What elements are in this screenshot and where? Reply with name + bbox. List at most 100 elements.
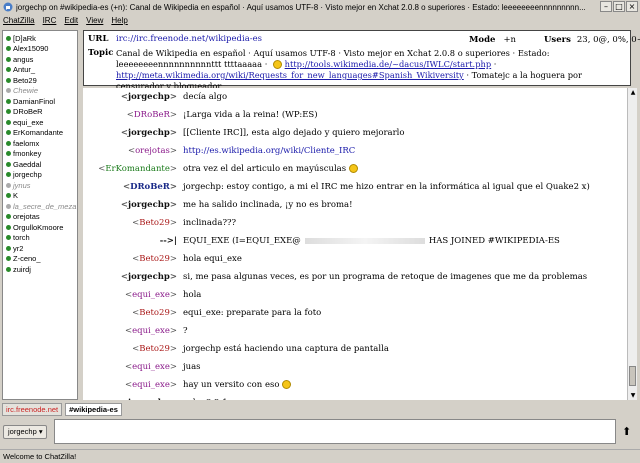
message-nick[interactable]: <DRoBeR> xyxy=(83,182,183,192)
message-nick[interactable]: <ErKomandante> xyxy=(83,164,183,174)
maximize-button[interactable]: □ xyxy=(613,1,625,12)
message-nick[interactable]: <equi_exe> xyxy=(83,290,183,300)
scroll-up-arrow-icon[interactable]: ▲ xyxy=(628,88,638,97)
close-button[interactable]: × xyxy=(626,1,638,12)
user-status-icon xyxy=(6,88,11,94)
user-list-item[interactable]: yr2 xyxy=(3,243,77,254)
message-nick[interactable]: <DRoBeR> xyxy=(83,110,183,120)
message-input[interactable] xyxy=(54,419,616,444)
message-nick[interactable]: <orejotas> xyxy=(83,146,183,156)
user-list-item[interactable]: DRoBeR xyxy=(3,107,77,118)
user-list-item[interactable]: equi_exe xyxy=(3,117,77,128)
message-nick[interactable]: <equi_exe> xyxy=(83,362,183,372)
chatzilla-app-icon xyxy=(3,2,13,12)
user-list-item[interactable]: OrgulloKmoore xyxy=(3,222,77,233)
user-list-item[interactable]: zuirdj xyxy=(3,264,77,275)
topic-separator: · xyxy=(491,59,497,69)
nickname-button[interactable]: jorgechp ▾ xyxy=(3,425,47,439)
minimize-button[interactable]: – xyxy=(600,1,612,12)
message-nick[interactable]: <Beto29> xyxy=(83,344,183,354)
chat-message: <DRoBeR> ¡Larga vida a la reina! (WP:ES) xyxy=(83,106,627,124)
message-nick[interactable]: <jorgechp> xyxy=(83,398,183,400)
message-nick[interactable]: <Beto29> xyxy=(83,218,183,228)
channel-url-link[interactable]: irc://irc.freenode.net/wikipedia-es xyxy=(116,34,262,44)
chat-message: <equi_exe> hola xyxy=(83,286,627,304)
user-name: Beto29 xyxy=(13,75,37,85)
message-nick[interactable]: <Beto29> xyxy=(83,254,183,264)
user-status-icon xyxy=(6,56,11,62)
message-nick[interactable]: <jorgechp> xyxy=(83,272,183,282)
user-list-item[interactable]: jynus xyxy=(3,180,77,191)
user-status-icon xyxy=(6,140,11,146)
user-list-item[interactable]: Z-ceno_ xyxy=(3,254,77,265)
user-list-item[interactable]: faelomx xyxy=(3,138,77,149)
users-label: Users xyxy=(544,35,571,45)
tab-server[interactable]: irc.freenode.net xyxy=(2,403,63,416)
channel-mode: Mode +n xyxy=(469,35,516,45)
user-status-icon xyxy=(6,67,11,73)
message-text: jorgechp está haciendo una captura de pa… xyxy=(183,344,389,354)
user-list-item[interactable]: Beto29 xyxy=(3,75,77,86)
user-status-icon xyxy=(6,77,11,83)
user-list-item[interactable]: la_secre_de_meza xyxy=(3,201,77,212)
user-name: equi_exe xyxy=(13,117,44,127)
user-name: Antur_ xyxy=(13,65,36,75)
message-nick[interactable]: <equi_exe> xyxy=(83,380,183,390)
scroll-down-arrow-icon[interactable]: ▼ xyxy=(628,391,638,400)
user-name: Gaeddal xyxy=(13,159,42,169)
user-list-item[interactable]: jorgechp xyxy=(3,170,77,181)
user-list-item[interactable]: fmonkey xyxy=(3,149,77,160)
user-list-item[interactable]: Antur_ xyxy=(3,65,77,76)
chat-message: <equi_exe> hay un versito con eso xyxy=(83,376,627,394)
user-name: jynus xyxy=(13,180,31,190)
user-list-item[interactable]: DamianFinol xyxy=(3,96,77,107)
user-name: [D]aRk xyxy=(13,33,36,43)
user-list-item[interactable]: Chewie xyxy=(3,86,77,97)
user-name: orejotas xyxy=(13,212,40,222)
topic-label: Topic xyxy=(88,48,114,58)
message-nick[interactable]: -->| xyxy=(83,236,183,246)
user-list-item[interactable]: ErKomandante xyxy=(3,128,77,139)
user-list-item[interactable]: Alex15090 xyxy=(3,44,77,55)
user-list-item[interactable]: [D]aRk xyxy=(3,33,77,44)
menu-chatzilla[interactable]: ChatZilla xyxy=(3,16,35,25)
message-nick[interactable]: <jorgechp> xyxy=(83,128,183,138)
chat-scrollbar[interactable]: ▲ ▼ xyxy=(627,88,637,400)
multiline-toggle-icon[interactable]: ⬆ xyxy=(622,425,631,438)
message-nick[interactable]: <equi_exe> xyxy=(83,326,183,336)
chat-message: <Beto29> inclinada??? xyxy=(83,214,627,232)
menu-view[interactable]: View xyxy=(86,16,103,25)
user-name: Alex15090 xyxy=(13,44,49,54)
message-text: [[Cliente IRC]], esta algo dejado y quie… xyxy=(183,128,405,138)
message-nick[interactable]: <jorgechp> xyxy=(83,92,183,102)
menu-edit[interactable]: Edit xyxy=(64,16,78,25)
message-text: http://es.wikipedia.org/wiki/Cliente_IRC xyxy=(183,146,356,156)
user-status-icon xyxy=(6,193,11,199)
user-list-item[interactable]: K xyxy=(3,191,77,202)
user-name: Z-ceno_ xyxy=(13,254,41,264)
user-list-item[interactable]: angus xyxy=(3,54,77,65)
user-list[interactable]: [D]aRk Alex15090 angus Antur_ Beto29 Chewie Da… xyxy=(2,30,78,400)
chat-message: <jorgechp> me ha salido inclinada, ¡y no … xyxy=(83,196,627,214)
topic-link-tools[interactable]: http://tools.wikimedia.de/~dacus/IWLC/st… xyxy=(285,59,492,69)
user-name: fmonkey xyxy=(13,149,42,159)
user-status-icon xyxy=(6,172,11,178)
user-list-item[interactable]: Gaeddal xyxy=(3,159,77,170)
user-list-item[interactable]: orejotas xyxy=(3,212,77,223)
message-text: juas xyxy=(183,362,201,372)
topic-link-meta[interactable]: http://meta.wikimedia.org/wiki/Requests_… xyxy=(116,70,464,80)
menu-help[interactable]: Help xyxy=(111,16,127,25)
chat-message: <Beto29> equi_exe: preparate para la foto xyxy=(83,304,627,322)
tab-channel[interactable]: #wikipedia-es xyxy=(65,403,122,416)
user-name: torch xyxy=(13,233,30,243)
chat-message: <ErKomandante> otra vez el del articulo e… xyxy=(83,160,627,178)
user-list-item[interactable]: torch xyxy=(3,233,77,244)
scroll-thumb[interactable] xyxy=(629,366,636,386)
chat-message: <equi_exe>? xyxy=(83,322,627,340)
message-nick[interactable]: <jorgechp> xyxy=(83,200,183,210)
user-name: OrgulloKmoore xyxy=(13,222,64,232)
menu-irc[interactable]: IRC xyxy=(43,16,57,25)
message-nick[interactable]: <Beto29> xyxy=(83,308,183,318)
chat-message: <DRoBeR> jorgechp: estoy contigo, a mi el… xyxy=(83,178,627,196)
topic-text: Canal de Wikipedia en español · Aquí usa… xyxy=(116,48,626,92)
